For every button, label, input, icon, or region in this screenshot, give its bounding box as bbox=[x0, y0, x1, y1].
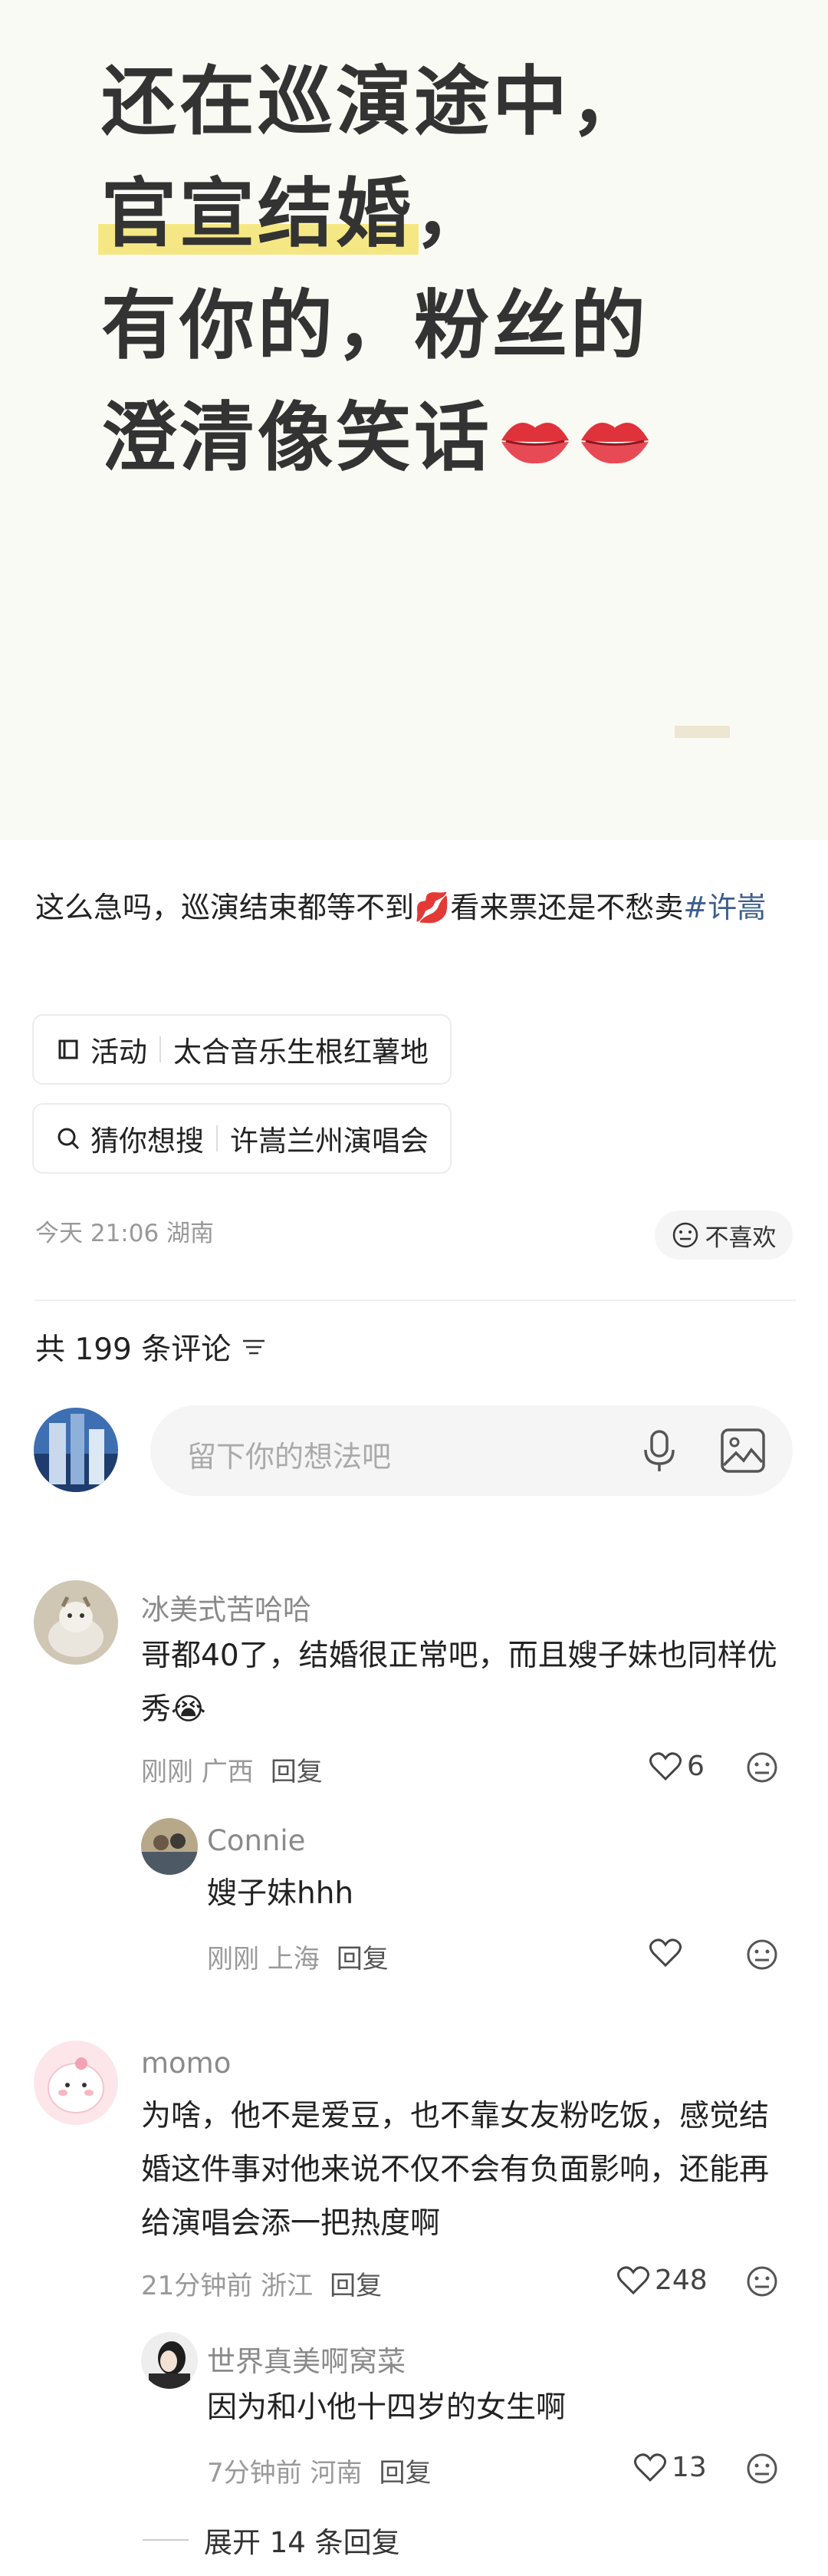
lips-icon bbox=[498, 387, 572, 499]
comment-time: 刚刚 上海 bbox=[207, 1944, 320, 1975]
comment-placeholder: 留下你的想法吧 bbox=[187, 1440, 392, 1474]
dislike-button[interactable]: 不喜欢 bbox=[655, 1211, 793, 1260]
hashtag-link[interactable]: #许嵩 bbox=[683, 891, 766, 924]
heart-icon bbox=[649, 1751, 682, 1780]
hero-line-1: 还在巡演途中， bbox=[101, 58, 649, 146]
search-suggestion-chip[interactable]: 猜你想搜 许嵩兰州演唱会 bbox=[32, 1103, 452, 1174]
comment-text: 哥都40了，结婚很正常吧，而且嫂子妹也同样优秀😭 bbox=[141, 1639, 777, 1727]
avatar[interactable] bbox=[141, 1818, 198, 1875]
chip-type: 猜你想搜 bbox=[90, 1125, 204, 1158]
like-button[interactable]: 6 bbox=[649, 1751, 705, 1782]
image-icon[interactable] bbox=[719, 1427, 767, 1477]
chip-separator bbox=[159, 1036, 161, 1062]
comment-count[interactable]: 共 199 条评论 bbox=[35, 1326, 266, 1369]
comment-username[interactable]: momo bbox=[141, 2047, 231, 2080]
microphone-icon[interactable] bbox=[641, 1428, 678, 1476]
expand-replies-button[interactable]: 展开 14 条回复 bbox=[143, 2519, 400, 2561]
hero-line-2: 官宣结婚， bbox=[97, 158, 791, 270]
avatar[interactable] bbox=[34, 2041, 118, 2125]
comment-count-label: 共 199 条评论 bbox=[35, 1332, 232, 1367]
lips-icon bbox=[578, 387, 652, 499]
sort-icon bbox=[243, 1339, 265, 1355]
expand-label: 展开 14 条回复 bbox=[204, 2526, 400, 2559]
image-indicator bbox=[675, 726, 730, 738]
comment-time: 7分钟前 河南 bbox=[207, 2458, 363, 2489]
chip-label: 太合音乐生根红薯地 bbox=[173, 1036, 429, 1069]
heart-icon bbox=[617, 2265, 649, 2294]
comment-meta: 刚刚 广西 回复 bbox=[141, 1751, 323, 1788]
avatar[interactable] bbox=[141, 2332, 198, 2389]
like-button[interactable]: 248 bbox=[616, 2265, 708, 2296]
meh-face-icon[interactable] bbox=[745, 2265, 779, 2301]
activity-icon bbox=[58, 1039, 78, 1059]
dislike-label: 不喜欢 bbox=[705, 1224, 777, 1252]
comment-meta: 刚刚 上海 回复 bbox=[207, 1938, 389, 1975]
chip-label: 许嵩兰州演唱会 bbox=[230, 1125, 429, 1158]
reply-button[interactable]: 回复 bbox=[379, 2458, 431, 2489]
chip-type: 活动 bbox=[90, 1036, 147, 1069]
post-meta: 今天 21:06 湖南 bbox=[35, 1220, 215, 1247]
comment-time: 刚刚 广西 bbox=[141, 1757, 254, 1787]
highlight-mark: 官宣结婚 bbox=[97, 158, 419, 270]
comment-username[interactable]: Connie bbox=[207, 1824, 305, 1857]
divider bbox=[35, 1300, 796, 1301]
comment-input[interactable]: 留下你的想法吧 bbox=[150, 1405, 793, 1496]
reply-button[interactable]: 回复 bbox=[337, 1944, 389, 1975]
post-text: 这么急吗，巡演结束都等不到💋看来票还是不愁卖#许嵩 bbox=[35, 891, 767, 924]
post-image[interactable]: 还在巡演途中， 官宣结婚， 有你的，粉丝的 澄清像笑话 bbox=[0, 0, 828, 840]
expand-line bbox=[143, 2539, 189, 2541]
like-button[interactable]: 13 bbox=[633, 2452, 707, 2483]
heart-icon bbox=[649, 1939, 682, 1968]
comment-text: 为啥，他不是爱豆，也不靠女友粉吃饭，感觉结婚这件事对他来说不仅不会有负面影响，还… bbox=[141, 2099, 770, 2241]
comment-username[interactable]: 冰美式苦哈哈 bbox=[141, 1586, 311, 1628]
comment-text: 嫂子妹hhh bbox=[207, 1876, 354, 1911]
heart-icon bbox=[634, 2452, 666, 2482]
hero-title: 还在巡演途中， 官宣结婚， 有你的，粉丝的 澄清像笑话 bbox=[97, 46, 791, 499]
meh-face-icon[interactable] bbox=[745, 2452, 779, 2489]
like-count: 13 bbox=[672, 2452, 707, 2483]
activity-chip[interactable]: 活动 太合音乐生根红薯地 bbox=[32, 1014, 452, 1085]
chip-separator bbox=[216, 1125, 218, 1151]
avatar[interactable] bbox=[34, 1580, 118, 1665]
my-avatar[interactable] bbox=[34, 1408, 118, 1492]
hero-line-4: 澄清像笑话 bbox=[101, 382, 791, 499]
like-button[interactable] bbox=[649, 1938, 687, 1968]
meh-face-icon[interactable] bbox=[745, 1751, 779, 1787]
search-icon bbox=[58, 1128, 80, 1150]
meh-face-icon bbox=[672, 1222, 698, 1248]
comment-time: 21分钟前 浙江 bbox=[141, 2271, 314, 2301]
reply-button[interactable]: 回复 bbox=[330, 2271, 382, 2301]
reply-button[interactable]: 回复 bbox=[271, 1757, 323, 1787]
like-count: 248 bbox=[655, 2265, 708, 2296]
comment-meta: 21分钟前 浙江 回复 bbox=[141, 2265, 382, 2302]
like-count: 6 bbox=[687, 1751, 705, 1782]
comment-username[interactable]: 世界真美啊窝菜 bbox=[207, 2338, 406, 2380]
meh-face-icon[interactable] bbox=[745, 1938, 779, 1975]
comment-meta: 7分钟前 河南 回复 bbox=[207, 2452, 431, 2489]
comment-text: 因为和小他十四岁的女生啊 bbox=[207, 2390, 567, 2425]
hero-line-3: 有你的，粉丝的 bbox=[101, 282, 649, 370]
